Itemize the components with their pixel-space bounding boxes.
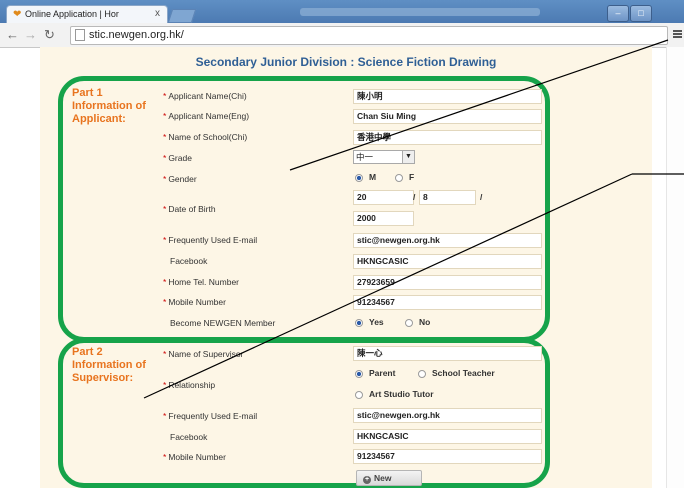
pointer-line-part1 [289,39,669,171]
annotation-lines [143,39,684,399]
pointer-line-part2 [143,173,633,399]
